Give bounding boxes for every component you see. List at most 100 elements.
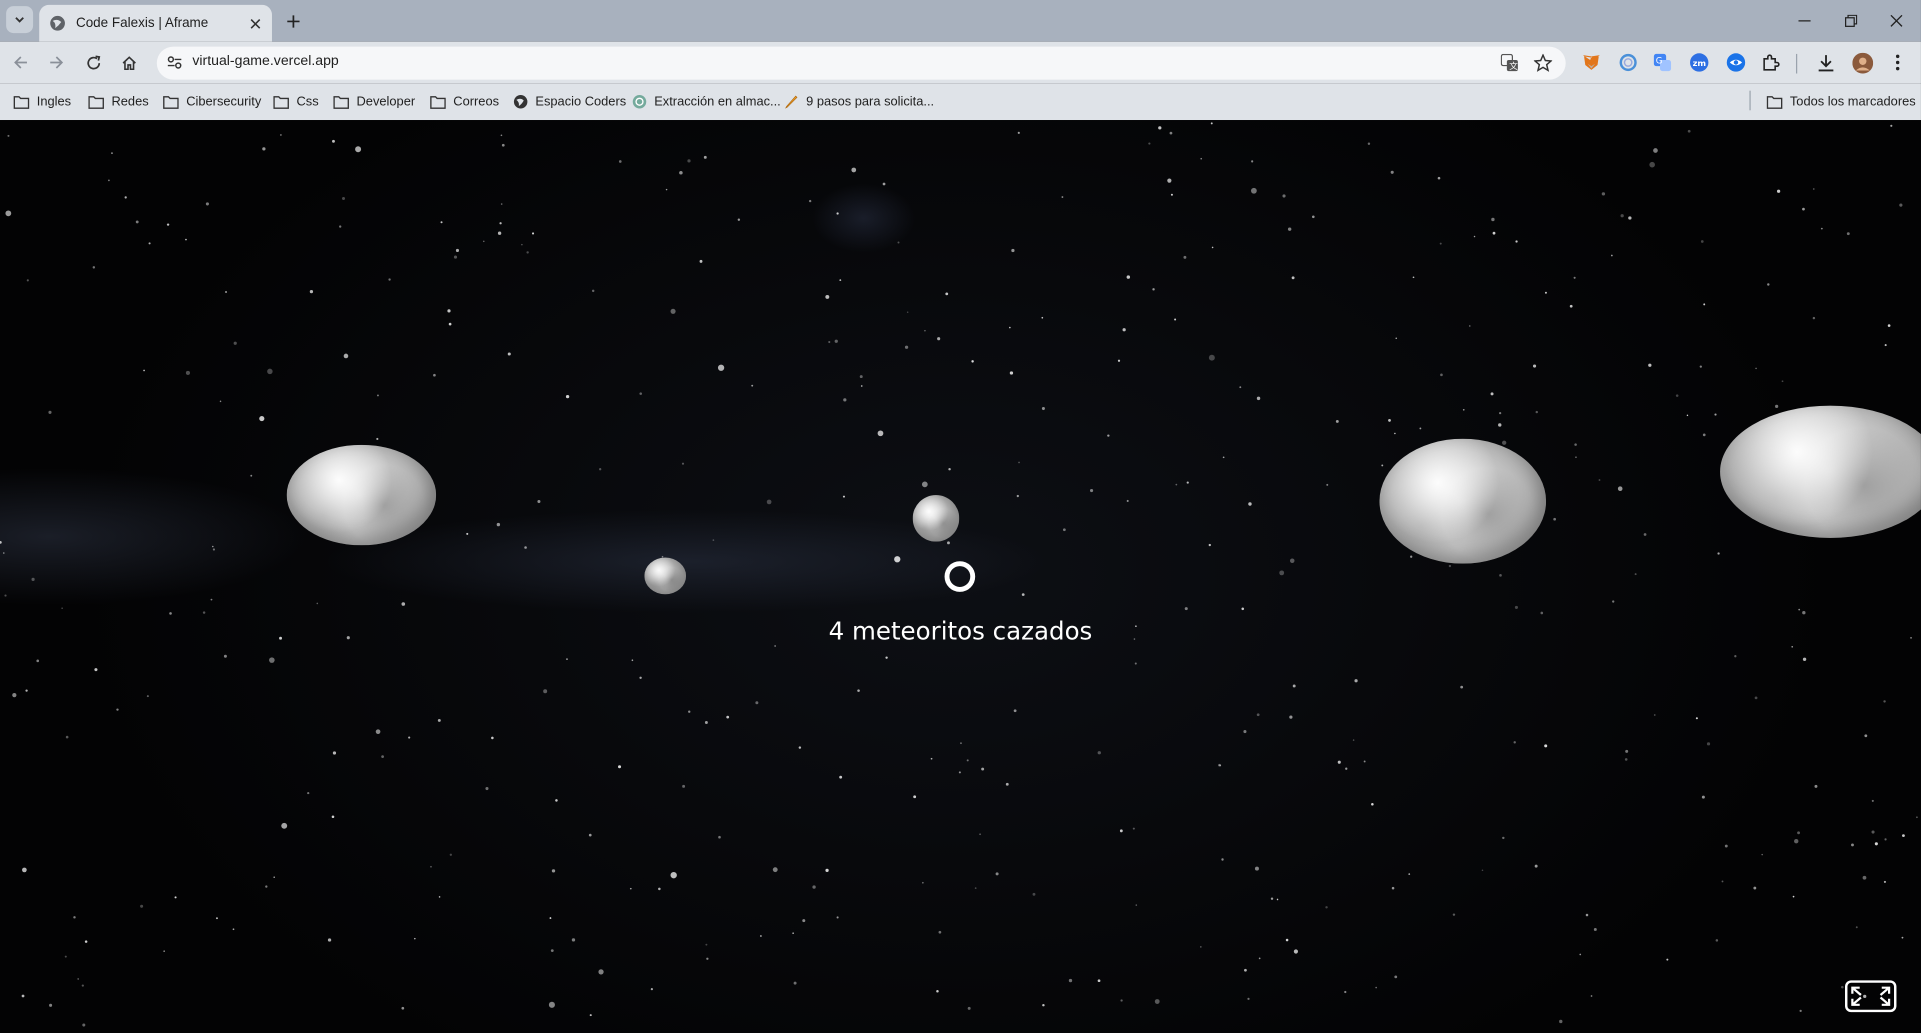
star bbox=[49, 1003, 53, 1007]
star bbox=[1553, 517, 1556, 521]
bookmark-label: Redes bbox=[111, 94, 149, 110]
bookmark-item[interactable]: Extracción en almac... bbox=[631, 92, 781, 112]
extensions-puzzle-icon[interactable] bbox=[1760, 51, 1782, 73]
meteor[interactable] bbox=[1379, 438, 1547, 564]
star bbox=[1540, 611, 1544, 615]
star bbox=[550, 949, 554, 953]
star bbox=[1686, 414, 1689, 417]
star bbox=[1544, 291, 1547, 294]
new-tab-button[interactable] bbox=[281, 9, 306, 34]
bookmark-star-icon[interactable] bbox=[1533, 53, 1553, 73]
star bbox=[376, 437, 379, 441]
meteor[interactable] bbox=[644, 557, 687, 595]
star bbox=[1820, 227, 1823, 230]
restore-icon bbox=[1845, 14, 1858, 27]
back-button[interactable] bbox=[7, 49, 34, 76]
star bbox=[565, 395, 570, 399]
star bbox=[7, 134, 10, 137]
star bbox=[377, 394, 379, 397]
score-text: 4 meteoritos cazados bbox=[828, 616, 1093, 646]
star bbox=[108, 179, 110, 182]
star bbox=[1134, 662, 1137, 665]
star bbox=[1802, 611, 1806, 615]
star bbox=[1107, 434, 1110, 437]
star bbox=[1089, 488, 1094, 493]
star bbox=[842, 495, 845, 498]
bookmark-item[interactable]: Espacio Coders bbox=[512, 92, 626, 112]
home-button[interactable] bbox=[115, 49, 142, 76]
star bbox=[1097, 979, 1101, 983]
star bbox=[1381, 464, 1384, 467]
star bbox=[501, 143, 505, 147]
enter-vr-button[interactable] bbox=[1845, 980, 1897, 1013]
star bbox=[1791, 645, 1794, 648]
star bbox=[1515, 240, 1518, 243]
star bbox=[1675, 394, 1679, 397]
star bbox=[717, 364, 725, 371]
star bbox=[225, 291, 228, 293]
bookmark-item[interactable]: Correos bbox=[430, 92, 499, 112]
translate-extension-icon[interactable]: G bbox=[1651, 51, 1673, 73]
star bbox=[1502, 836, 1505, 840]
bookmark-item[interactable]: Redes bbox=[88, 92, 149, 112]
star bbox=[924, 329, 926, 332]
forward-button[interactable] bbox=[43, 49, 70, 76]
minimize-button[interactable] bbox=[1781, 0, 1828, 42]
star bbox=[1041, 407, 1045, 411]
tab-search-button[interactable] bbox=[6, 6, 34, 34]
star bbox=[1285, 938, 1289, 942]
close-window-button[interactable] bbox=[1873, 0, 1920, 42]
star bbox=[1200, 157, 1203, 160]
star bbox=[760, 935, 762, 937]
star bbox=[414, 937, 416, 940]
star bbox=[1241, 607, 1245, 611]
star bbox=[143, 369, 145, 372]
close-tab-icon[interactable] bbox=[245, 13, 265, 33]
star bbox=[316, 602, 319, 605]
star bbox=[836, 916, 839, 919]
star bbox=[851, 167, 857, 173]
star bbox=[521, 243, 523, 246]
bookmark-item[interactable]: Developer bbox=[333, 92, 415, 112]
star bbox=[1569, 304, 1573, 308]
star bbox=[1282, 194, 1286, 198]
meteor[interactable] bbox=[286, 444, 437, 546]
translate-icon[interactable]: 文 bbox=[1500, 53, 1520, 73]
star bbox=[1375, 986, 1378, 989]
star bbox=[342, 197, 346, 200]
star bbox=[1648, 363, 1652, 367]
bookmark-item[interactable]: 9 pasos para solicita... bbox=[783, 92, 934, 112]
all-bookmarks-item[interactable]: Todos los marcadores bbox=[1766, 92, 1916, 112]
globe-icon bbox=[512, 94, 528, 109]
eye-extension-icon[interactable] bbox=[1725, 51, 1747, 73]
active-tab[interactable]: Code Falexis | Aframe bbox=[39, 4, 272, 42]
profile-avatar[interactable] bbox=[1851, 51, 1873, 73]
reload-button[interactable] bbox=[80, 49, 107, 76]
star bbox=[1601, 192, 1606, 196]
meteor[interactable] bbox=[912, 495, 960, 542]
site-info-icon[interactable] bbox=[164, 53, 184, 73]
star bbox=[1152, 288, 1155, 291]
star bbox=[65, 735, 69, 739]
bookmark-item[interactable]: Cibersecurity bbox=[163, 92, 261, 112]
star bbox=[1871, 799, 1874, 802]
bookmark-item[interactable]: Css bbox=[273, 92, 319, 112]
ring-extension-icon[interactable] bbox=[1617, 51, 1639, 73]
star bbox=[772, 867, 778, 873]
star bbox=[94, 668, 98, 672]
star bbox=[1812, 316, 1816, 320]
star bbox=[555, 799, 558, 802]
bookmarks-separator bbox=[1749, 90, 1751, 111]
metamask-extension-icon[interactable] bbox=[1580, 51, 1602, 73]
aframe-scene[interactable]: 4 meteoritos cazados bbox=[0, 120, 1921, 1033]
bookmark-item[interactable]: Ingles bbox=[13, 92, 71, 112]
url-text[interactable]: virtual-game.vercel.app bbox=[192, 54, 338, 69]
star bbox=[449, 853, 452, 856]
address-bar[interactable]: virtual-game.vercel.app 文 bbox=[156, 46, 1566, 80]
downloads-icon[interactable] bbox=[1814, 51, 1836, 73]
more-menu-icon[interactable] bbox=[1887, 51, 1909, 73]
zoom-extension-icon[interactable]: zm bbox=[1688, 51, 1710, 73]
star bbox=[124, 196, 127, 199]
star bbox=[1244, 968, 1247, 972]
restore-button[interactable] bbox=[1828, 0, 1875, 42]
